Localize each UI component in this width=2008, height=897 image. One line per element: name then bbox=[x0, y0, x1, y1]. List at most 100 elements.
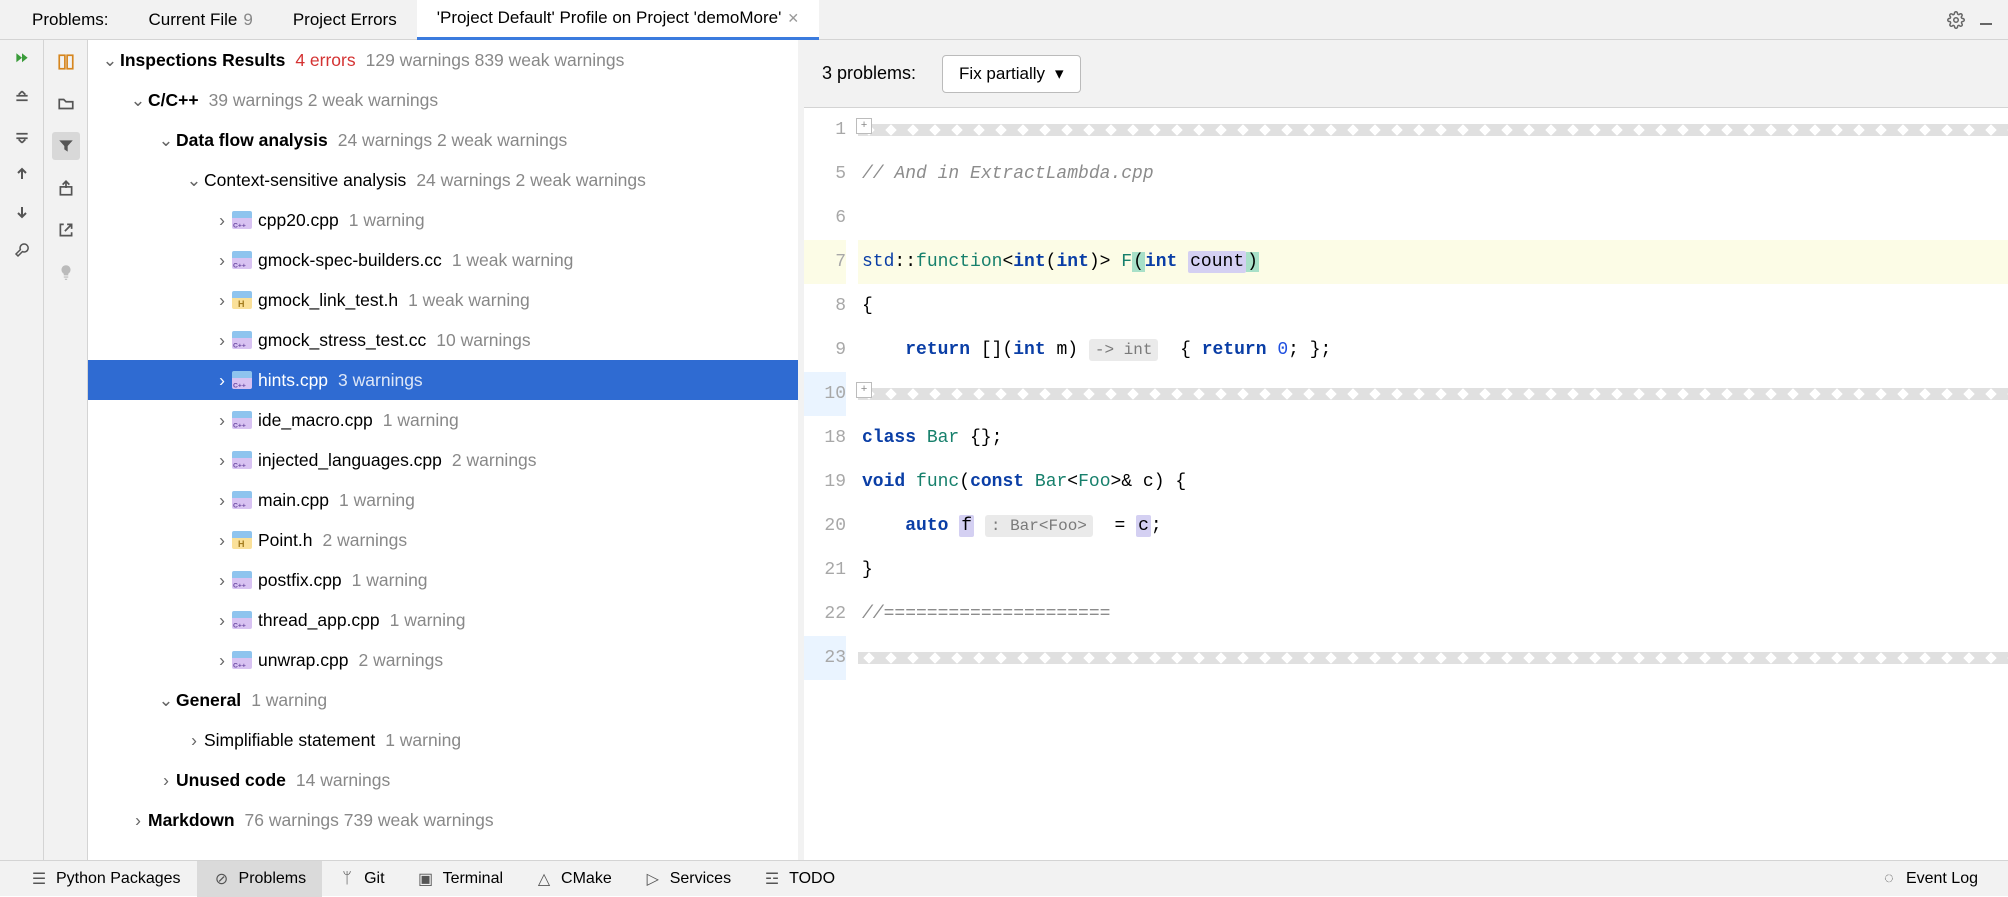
export-icon[interactable] bbox=[52, 174, 80, 202]
status-services[interactable]: ▷Services bbox=[628, 861, 747, 897]
tree-row[interactable]: ⌄C/C++39 warnings 2 weak warnings bbox=[88, 80, 798, 120]
tree-item-label: cpp20.cpp bbox=[258, 210, 339, 231]
status-terminal[interactable]: ▣Terminal bbox=[401, 861, 519, 897]
tree-row[interactable]: ›gmock_link_test.h1 weak warning bbox=[88, 280, 798, 320]
code-line[interactable]: auto f : Bar<Foo> = c; bbox=[858, 504, 2008, 548]
tree-row[interactable]: ›Markdown76 warnings 739 weak warnings bbox=[88, 800, 798, 840]
tab-count: 9 bbox=[243, 10, 252, 30]
chevron-right-icon[interactable]: › bbox=[212, 490, 232, 511]
chevron-right-icon[interactable]: › bbox=[184, 730, 204, 751]
chevron-right-icon[interactable]: › bbox=[212, 290, 232, 311]
close-icon[interactable]: ✕ bbox=[787, 10, 799, 27]
chevron-right-icon[interactable]: › bbox=[212, 530, 232, 551]
code-line[interactable]: class Bar {}; bbox=[858, 416, 2008, 460]
wrench-icon[interactable] bbox=[10, 238, 34, 262]
chevron-right-icon[interactable]: › bbox=[212, 410, 232, 431]
tree-row[interactable]: ›postfix.cpp1 warning bbox=[88, 560, 798, 600]
expand-all-icon[interactable] bbox=[10, 86, 34, 110]
tree-root[interactable]: ⌄ Inspections Results 4 errors 129 warni… bbox=[88, 40, 798, 80]
chevron-right-icon[interactable]: › bbox=[212, 450, 232, 471]
tree-row[interactable]: ⌄General1 warning bbox=[88, 680, 798, 720]
cmake-icon: △ bbox=[535, 870, 553, 888]
tree-item-label: gmock_link_test.h bbox=[258, 290, 398, 311]
tree-row[interactable]: ›gmock_stress_test.cc10 warnings bbox=[88, 320, 798, 360]
chevron-down-icon[interactable]: ⌄ bbox=[156, 130, 176, 151]
left-toolbar-1 bbox=[0, 40, 44, 860]
tree-row[interactable]: ⌄Context-sensitive analysis24 warnings 2… bbox=[88, 160, 798, 200]
status-git[interactable]: ᛘGit bbox=[322, 861, 400, 897]
code-line[interactable]: //===================== bbox=[858, 592, 2008, 636]
line-number: 5 bbox=[804, 152, 846, 196]
status-todo[interactable]: ☲TODO bbox=[747, 861, 851, 897]
layout-icon[interactable] bbox=[52, 48, 80, 76]
play-icon: ▷ bbox=[644, 870, 662, 888]
status-event-log[interactable]: ◌Event Log bbox=[1864, 861, 1994, 897]
gear-icon[interactable] bbox=[1946, 10, 1966, 30]
tab-profile[interactable]: 'Project Default' Profile on Project 'de… bbox=[417, 0, 819, 40]
fix-partially-button[interactable]: Fix partially▾ bbox=[942, 55, 1081, 93]
tree-row[interactable]: ›cpp20.cpp1 warning bbox=[88, 200, 798, 240]
down-arrow-icon[interactable] bbox=[10, 200, 34, 224]
chevron-right-icon[interactable]: › bbox=[212, 370, 232, 391]
minimize-icon[interactable] bbox=[1976, 10, 1996, 30]
folded-region[interactable] bbox=[858, 108, 2008, 152]
up-arrow-icon[interactable] bbox=[10, 162, 34, 186]
chevron-right-icon[interactable]: › bbox=[128, 810, 148, 831]
chevron-right-icon[interactable]: › bbox=[212, 250, 232, 271]
code-line[interactable]: return [](int m) -> int { return 0; }; bbox=[858, 328, 2008, 372]
code-line[interactable]: { bbox=[858, 284, 2008, 328]
tree-row[interactable]: ›injected_languages.cpp2 warnings bbox=[88, 440, 798, 480]
status-cmake[interactable]: △CMake bbox=[519, 861, 628, 897]
code-line[interactable]: void func(const Bar<Foo>& c) { bbox=[858, 460, 2008, 504]
tree-row[interactable]: ›Point.h2 warnings bbox=[88, 520, 798, 560]
bubble-icon: ◌ bbox=[1880, 870, 1898, 888]
chevron-right-icon[interactable]: › bbox=[212, 570, 232, 591]
chevron-down-icon[interactable]: ⌄ bbox=[184, 170, 204, 191]
chevron-right-icon[interactable]: › bbox=[156, 770, 176, 791]
chevron-right-icon[interactable]: › bbox=[212, 330, 232, 351]
chevron-right-icon[interactable]: › bbox=[212, 650, 232, 671]
folded-region[interactable] bbox=[858, 372, 2008, 416]
tab-label: Project Errors bbox=[293, 10, 397, 30]
cpp-file-icon bbox=[232, 250, 252, 270]
chevron-right-icon[interactable]: › bbox=[212, 610, 232, 631]
chevron-right-icon[interactable]: › bbox=[212, 210, 232, 231]
tree-row[interactable]: ›Unused code14 warnings bbox=[88, 760, 798, 800]
tree-row[interactable]: ›main.cpp1 warning bbox=[88, 480, 798, 520]
tree-row[interactable]: ›thread_app.cpp1 warning bbox=[88, 600, 798, 640]
tree-row[interactable]: ›hints.cpp3 warnings bbox=[88, 360, 798, 400]
line-number: 20 bbox=[804, 504, 846, 548]
chevron-down-icon[interactable]: ⌄ bbox=[128, 90, 148, 111]
collapse-all-icon[interactable] bbox=[10, 124, 34, 148]
tab-current-file[interactable]: Current File9 bbox=[129, 0, 273, 40]
funnel-icon[interactable] bbox=[52, 132, 80, 160]
code-editor[interactable]: 15678910181920212223 // And in ExtractLa… bbox=[804, 108, 2008, 860]
line-number: 10 bbox=[804, 372, 846, 416]
tab-project-errors[interactable]: Project Errors bbox=[273, 0, 417, 40]
chevron-down-icon[interactable]: ⌄ bbox=[156, 690, 176, 711]
folder-icon[interactable] bbox=[52, 90, 80, 118]
tree-item-meta: 1 warning bbox=[390, 610, 466, 631]
bulb-icon[interactable] bbox=[52, 258, 80, 286]
tree-row[interactable]: ⌄Data flow analysis24 warnings 2 weak wa… bbox=[88, 120, 798, 160]
chevron-down-icon[interactable]: ⌄ bbox=[100, 50, 120, 71]
tree-item-meta: 1 warning bbox=[383, 410, 459, 431]
rerun-icon[interactable] bbox=[10, 48, 34, 72]
code-line[interactable]: std::function<int(int)> F(int count) bbox=[858, 240, 2008, 284]
tab-problems[interactable]: Problems: bbox=[12, 0, 129, 40]
status-problems[interactable]: ⊘Problems bbox=[197, 861, 323, 897]
problems-count-label: 3 problems: bbox=[822, 63, 916, 84]
code-line[interactable]: } bbox=[858, 548, 2008, 592]
editor-code[interactable]: // And in ExtractLambda.cppstd::function… bbox=[858, 108, 2008, 860]
tree-row[interactable]: ›unwrap.cpp2 warnings bbox=[88, 640, 798, 680]
code-line[interactable] bbox=[858, 196, 2008, 240]
tree-row[interactable]: ›Simplifiable statement1 warning bbox=[88, 720, 798, 760]
folded-region[interactable] bbox=[858, 636, 2008, 680]
tree-item-meta: 2 warnings bbox=[358, 650, 443, 671]
tree-row[interactable]: ›ide_macro.cpp1 warning bbox=[88, 400, 798, 440]
open-external-icon[interactable] bbox=[52, 216, 80, 244]
code-line[interactable]: // And in ExtractLambda.cpp bbox=[858, 152, 2008, 196]
tree-row[interactable]: ›gmock-spec-builders.cc1 weak warning bbox=[88, 240, 798, 280]
status-python-packages[interactable]: ☰Python Packages bbox=[14, 861, 197, 897]
inspections-tree[interactable]: ⌄ Inspections Results 4 errors 129 warni… bbox=[88, 40, 798, 860]
